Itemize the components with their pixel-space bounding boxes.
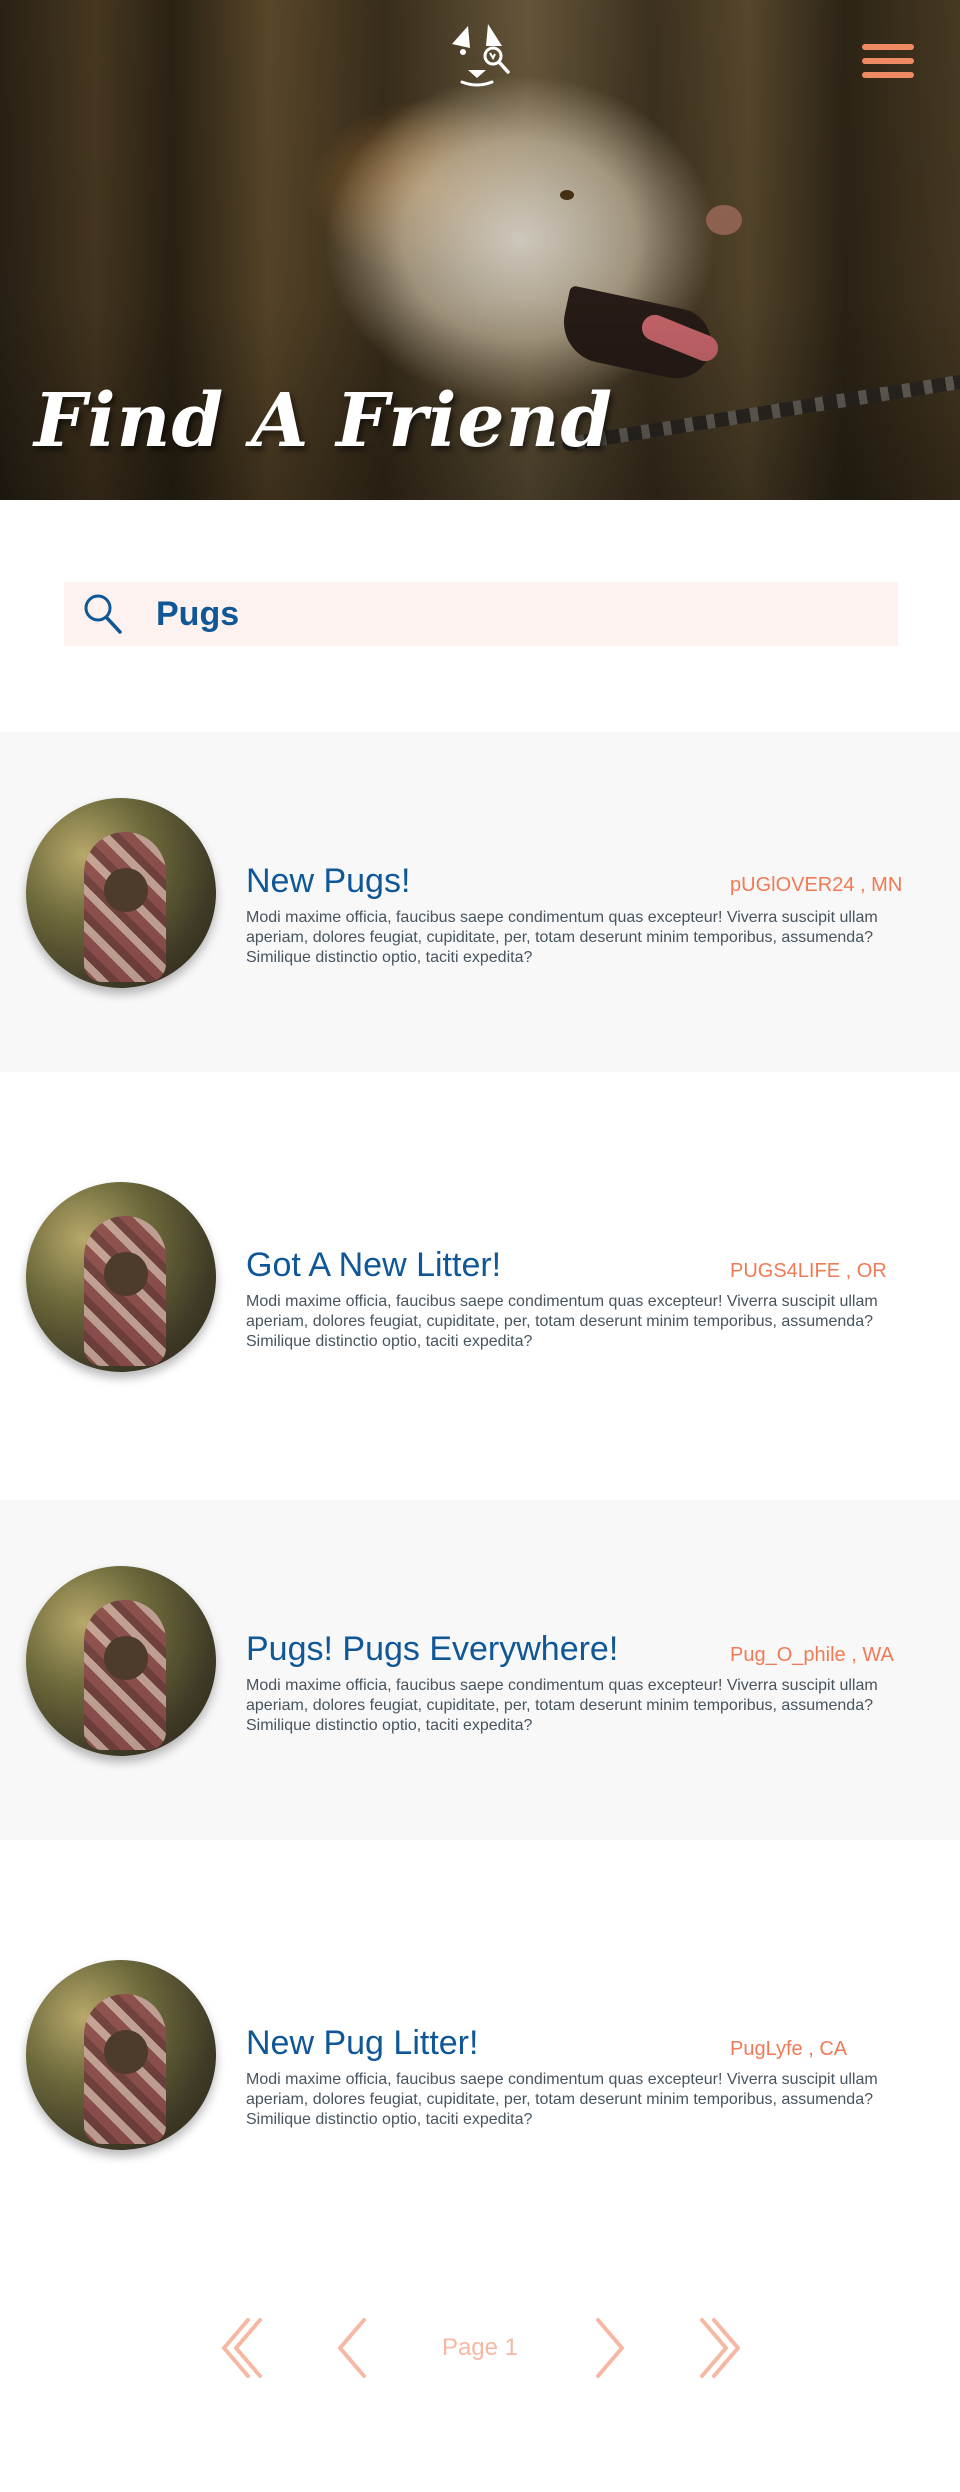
double-chevron-left-icon[interactable]: [218, 2318, 268, 2378]
pagination: Page 1: [0, 2300, 960, 2380]
search-icon[interactable]: [82, 592, 124, 636]
menu-bar: [862, 44, 914, 50]
listing-user[interactable]: PugLyfe , CA: [730, 2038, 847, 2061]
pug-avatar[interactable]: [26, 1566, 216, 1756]
listing-user[interactable]: PUGS4LIFE , OR: [730, 1260, 887, 1283]
dog-magnifier-icon[interactable]: [440, 18, 520, 98]
page-title: Find A Friend: [34, 378, 614, 464]
page-indicator: Page 1: [441, 2334, 519, 2361]
listing-card[interactable]: New Pug Litter! PugLyfe , CA Modi maxime…: [0, 1894, 960, 2234]
listing-title[interactable]: New Pugs!: [246, 862, 410, 901]
listing-card[interactable]: Got A New Litter! PUGS4LIFE , OR Modi ma…: [0, 1116, 960, 1456]
hamburger-menu-icon[interactable]: [862, 44, 914, 78]
menu-bar: [862, 58, 914, 64]
hero-banner: Find A Friend: [0, 0, 960, 500]
listing-description: Modi maxime officia, faucibus saepe cond…: [246, 2071, 878, 2128]
chevron-right-icon[interactable]: [582, 2318, 632, 2378]
listing-description: Modi maxime officia, faucibus saepe cond…: [246, 909, 878, 966]
listing-user[interactable]: Pug_O_phile , WA: [730, 1644, 894, 1667]
listing-user[interactable]: pUGlOVER24 , MN: [730, 874, 902, 897]
listing-description: Modi maxime officia, faucibus saepe cond…: [246, 1677, 878, 1734]
listing-card[interactable]: Pugs! Pugs Everywhere! Pug_O_phile , WA …: [0, 1500, 960, 1840]
listing-card[interactable]: New Pugs! pUGlOVER24 , MN Modi maxime of…: [0, 732, 960, 1072]
listing-title[interactable]: Pugs! Pugs Everywhere!: [246, 1630, 618, 1669]
search-bar[interactable]: [64, 582, 898, 646]
pug-avatar[interactable]: [26, 1182, 216, 1372]
pug-avatar[interactable]: [26, 798, 216, 988]
double-chevron-right-icon[interactable]: [694, 2318, 744, 2378]
listing-title[interactable]: Got A New Litter!: [246, 1246, 501, 1285]
menu-bar: [862, 72, 914, 78]
listing-title[interactable]: New Pug Litter!: [246, 2024, 478, 2063]
listing-description: Modi maxime officia, faucibus saepe cond…: [246, 1293, 878, 1350]
pug-avatar[interactable]: [26, 1960, 216, 2150]
chevron-left-icon[interactable]: [330, 2318, 380, 2378]
search-input[interactable]: [156, 594, 856, 634]
